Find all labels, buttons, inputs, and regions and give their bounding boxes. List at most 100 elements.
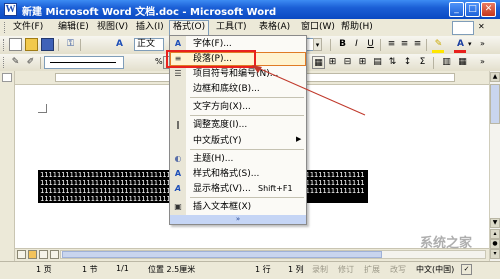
scroll-up-icon[interactable]: ▲ [490,72,500,82]
spelling-status-icon[interactable]: ✓ [461,264,472,275]
menu-view[interactable]: 视图(V) [94,21,131,34]
show-gridlines-icon[interactable]: ▦ [456,56,469,69]
status-track-changes[interactable]: 修订 [338,264,354,275]
annotation-arrowhead [252,65,262,73]
highlight-color-bar [432,50,444,53]
normal-view-button[interactable] [17,250,26,259]
menu-window[interactable]: 窗口(W) [298,21,338,34]
new-document-icon[interactable] [9,38,22,51]
close-button[interactable]: ✕ [481,2,496,17]
bullets-icon: ☰ [174,69,182,78]
menu-tools[interactable]: 工具(T) [213,21,250,34]
reveal-format-icon: A [174,184,182,193]
maximize-button[interactable]: □ [465,2,480,17]
toolbar-separator [433,57,434,69]
menu-close-doc-icon[interactable]: ✕ [478,22,485,31]
bold-button[interactable]: B [336,38,349,51]
status-line: 1 行 [255,265,271,274]
toolbar-separator [58,39,59,51]
annotation-arrow-line [257,67,366,116]
scroll-down-icon[interactable]: ▼ [490,218,500,228]
next-page-icon[interactable]: ▾ [490,249,500,259]
menu-item-styles-formatting[interactable]: 样式和格式(S)... [193,167,259,181]
menu-item-font[interactable]: 字体(F)... [193,37,232,51]
percent-label: % [155,57,163,66]
toolbar-separator [80,39,81,51]
status-language: 中文(中国) [416,265,455,274]
expand-menu-icon[interactable]: » [232,215,244,224]
menu-separator [190,149,304,150]
menu-separator [190,197,304,198]
adjust-width-icon: ‖ [176,120,180,129]
text-direction-toolbar-icon[interactable]: ⇅ [386,56,399,69]
chevron-down-icon[interactable]: ▾ [313,38,322,51]
toolbar-separator [380,39,381,51]
toolbar-options-icon[interactable]: » [480,57,485,66]
minimize-button[interactable]: _ [449,2,464,17]
menu-item-insert-textbox[interactable]: 插入文本框(X) [193,200,251,214]
open-folder-icon[interactable] [25,38,38,51]
permission-icon[interactable]: ⚿ [64,38,77,51]
eraser-icon[interactable]: ✐ [24,56,37,69]
table-autoformat-icon[interactable]: ▤ [371,56,384,69]
table-properties-icon[interactable]: ▥ [440,56,453,69]
menu-file[interactable]: 文件(F) [10,21,46,34]
align-right-icon[interactable]: ≡ [411,38,424,51]
menu-edit[interactable]: 编辑(E) [55,21,92,34]
toolbar-separator [426,39,427,51]
vertical-ruler[interactable] [0,71,15,261]
menu-table[interactable]: 表格(A) [256,21,293,34]
window-title: 新建 Microsoft Word 文档.doc - Microsoft Wor… [22,7,277,18]
status-position: 位置 2.5厘米 [148,265,196,274]
toolbar-separator [40,57,41,69]
menu-insert[interactable]: 插入(I) [133,21,167,34]
menu-format[interactable]: 格式(O) [169,20,210,35]
theme-icon: ◐ [174,154,182,163]
toolbar-grip[interactable] [3,39,6,51]
outline-view-button[interactable] [50,250,59,259]
reveal-formatting-shortcut: Shift+F1 [258,184,293,193]
status-overtype[interactable]: 改写 [390,264,406,275]
menu-item-reveal-formatting[interactable]: 显示格式(V)... [193,182,251,196]
ask-question-box[interactable] [452,21,474,35]
autosum-icon[interactable]: Σ [416,56,429,69]
menu-item-theme[interactable]: 主题(H)... [193,152,233,166]
status-column: 1 列 [288,265,304,274]
line-style-preview [50,62,116,63]
web-layout-view-button[interactable] [28,250,37,259]
status-extend[interactable]: 扩展 [364,264,380,275]
draw-table-icon[interactable]: ✎ [9,56,22,69]
select-browse-object-icon[interactable]: ● [490,239,500,249]
word-app-icon[interactable]: W [4,3,17,16]
align-center-icon[interactable]: ≡ [398,38,411,51]
watermark: 系统之家 [420,236,473,251]
toolbar-grip[interactable] [3,57,6,68]
save-icon[interactable] [41,38,54,51]
menu-item-adjust-width[interactable]: 调整宽度(I)... [193,118,247,132]
print-layout-view-button[interactable] [39,250,48,259]
scroll-thumb[interactable] [490,84,500,124]
menu-grip[interactable] [4,22,7,33]
font-color-bar [454,50,466,53]
styles-pane-icon[interactable]: A [113,38,126,51]
status-page-count: 1/1 [116,264,129,273]
tab-selector[interactable] [2,73,12,82]
previous-page-icon[interactable]: ▴ [490,229,500,239]
status-page: 1 页 [36,265,52,274]
style-dropdown[interactable]: 正文 [134,38,164,51]
italic-button[interactable]: I [350,38,363,51]
underline-button[interactable]: U [364,38,377,51]
annotation-arrow [252,65,366,116]
font-icon: A [174,39,182,48]
menu-help[interactable]: 帮助(H) [338,21,376,34]
chevron-down-icon[interactable]: ▾ [468,40,472,48]
submenu-arrow-icon: ▶ [296,135,302,143]
menu-item-chinese-layout[interactable]: 中文版式(Y) [193,134,242,148]
sort-ascending-icon[interactable]: ↕ [401,56,414,69]
horizontal-scroll-thumb[interactable] [62,251,382,258]
status-record[interactable]: 录制 [312,264,328,275]
toolbar-options-icon[interactable]: » [480,39,485,48]
align-left-icon[interactable]: ≡ [385,38,398,51]
textbox-icon: ▣ [174,202,182,211]
styles-icon: A [174,169,182,178]
